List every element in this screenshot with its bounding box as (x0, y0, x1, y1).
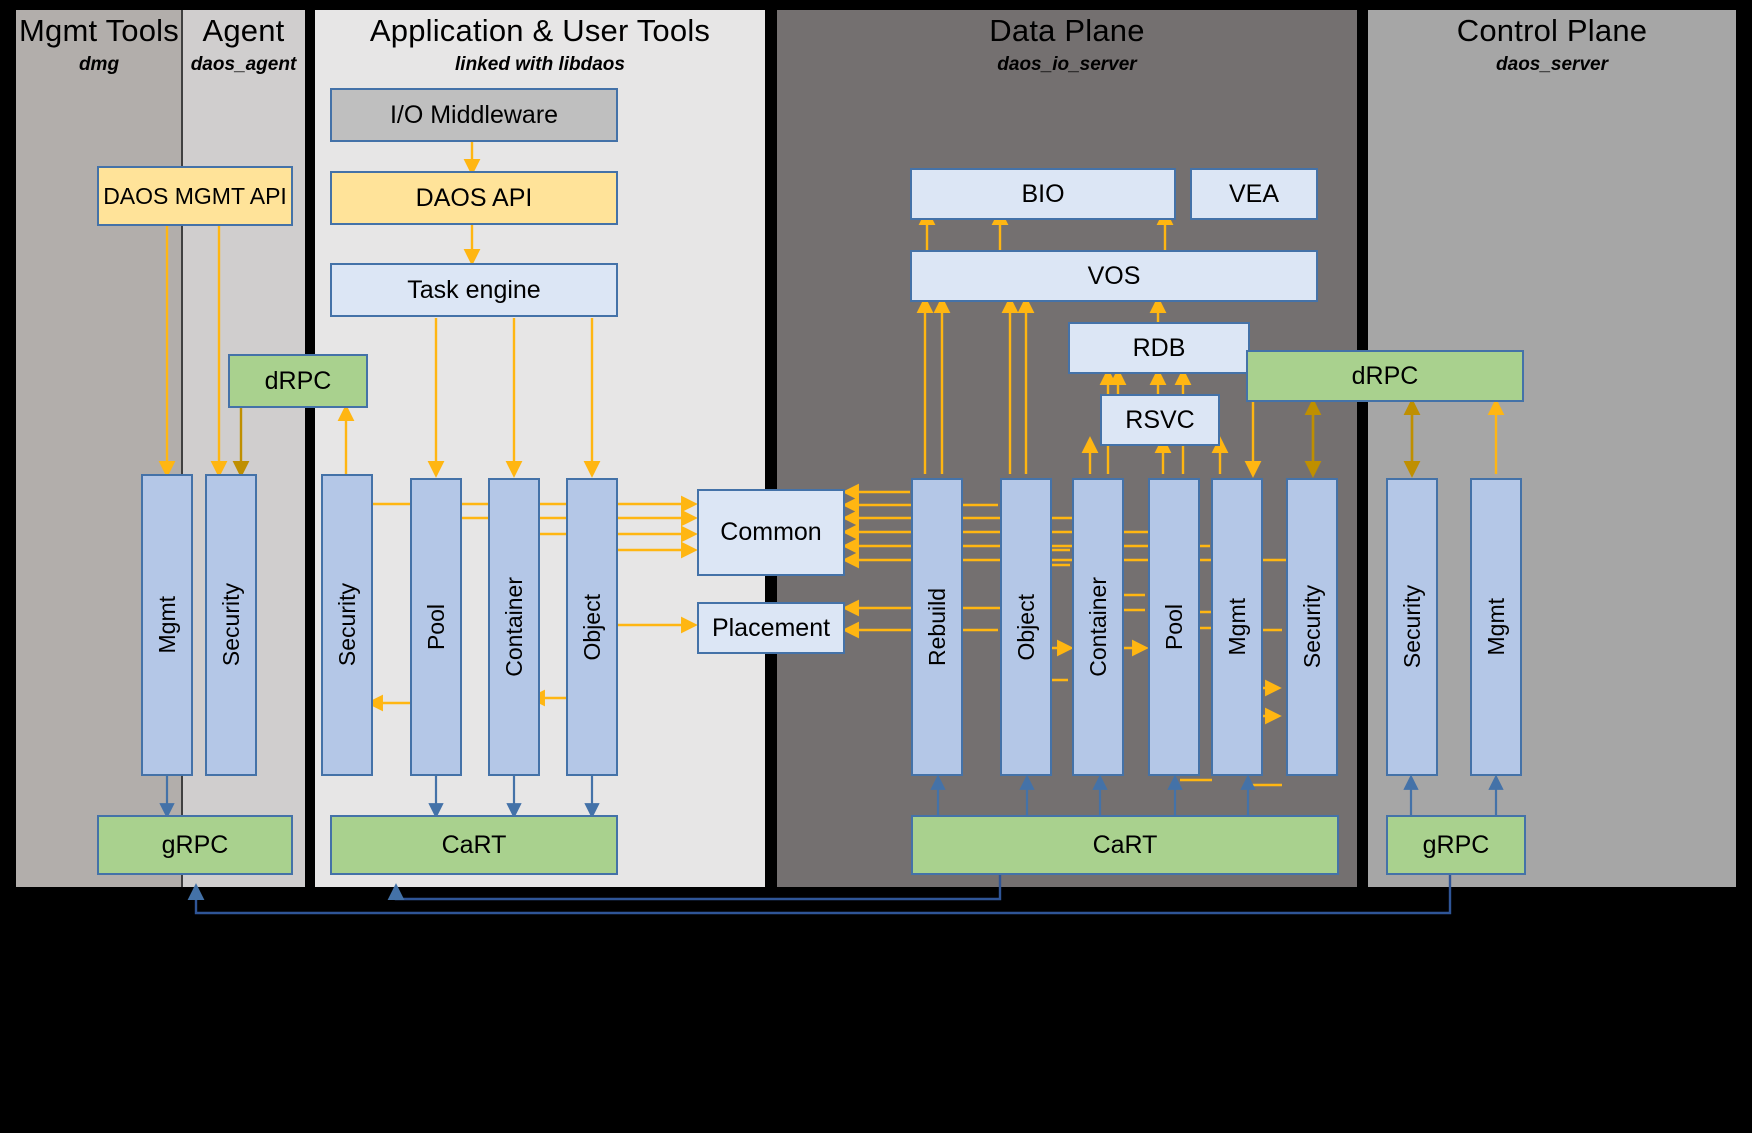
column-agent-security[interactable]: Security (205, 474, 257, 776)
box-control-plane-grpc-label: gRPC (1422, 830, 1490, 859)
column-control-plane-security-label: Security (1398, 585, 1425, 669)
box-rdb[interactable]: RDB (1068, 322, 1250, 374)
box-daos-api[interactable]: DAOS API (330, 171, 618, 225)
box-agent-drpc-label: dRPC (264, 366, 332, 395)
box-data-plane-cart-label: CaRT (1092, 830, 1158, 859)
box-daos-api-label: DAOS API (415, 183, 533, 212)
box-task-engine[interactable]: Task engine (330, 263, 618, 317)
panel-data-plane: Data Plane daos_io_server (777, 10, 1357, 887)
column-data-plane-rebuild[interactable]: Rebuild (911, 478, 963, 776)
column-app-pool-label: Pool (422, 603, 449, 651)
box-rsvc[interactable]: RSVC (1100, 394, 1220, 446)
column-control-plane-mgmt-label: Mgmt (1482, 598, 1509, 656)
panel-title-app: Application & User Tools (369, 13, 711, 48)
column-data-plane-security-label: Security (1298, 585, 1325, 669)
column-data-plane-rebuild-label: Rebuild (923, 588, 950, 666)
diagram-canvas: Mgmt Tools dmg Agent daos_agent Applicat… (0, 0, 1752, 1133)
divider-agent-app (305, 10, 315, 887)
column-app-object-label: Object (578, 593, 605, 661)
panel-title-control-plane: Control Plane (1456, 13, 1648, 48)
divider-data-control-plane (1357, 10, 1368, 887)
box-vea-label: VEA (1228, 179, 1280, 208)
box-vos[interactable]: VOS (910, 250, 1318, 302)
box-control-plane-grpc[interactable]: gRPC (1386, 815, 1526, 875)
panel-subtitle-agent: daos_agent (190, 54, 297, 75)
box-app-cart-label: CaRT (441, 830, 507, 859)
column-app-security-label: Security (333, 583, 360, 667)
box-data-plane-drpc-label: dRPC (1351, 361, 1419, 390)
column-control-plane-security[interactable]: Security (1386, 478, 1438, 776)
column-data-plane-pool[interactable]: Pool (1148, 478, 1200, 776)
panel-subtitle-mgmt-tools: dmg (78, 54, 120, 75)
box-bio-label: BIO (1021, 179, 1065, 208)
column-app-container-label: Container (500, 577, 527, 677)
panel-subtitle-control-plane: daos_server (1496, 54, 1608, 75)
box-bio[interactable]: BIO (910, 168, 1176, 220)
box-io-middleware[interactable]: I/O Middleware (330, 88, 618, 142)
box-daos-mgmt-api-label: DAOS MGMT API (103, 182, 287, 209)
box-placement[interactable]: Placement (697, 602, 845, 654)
box-task-engine-label: Task engine (407, 275, 541, 304)
column-data-plane-security[interactable]: Security (1286, 478, 1338, 776)
box-placement-label: Placement (711, 613, 831, 642)
box-rsvc-label: RSVC (1125, 405, 1195, 434)
column-control-plane-mgmt[interactable]: Mgmt (1470, 478, 1522, 776)
box-mgmt-tools-grpc-label: gRPC (161, 830, 229, 859)
column-data-plane-object[interactable]: Object (1000, 478, 1052, 776)
column-data-plane-container[interactable]: Container (1072, 478, 1124, 776)
box-common[interactable]: Common (697, 489, 845, 576)
panel-subtitle-app: linked with libdaos (455, 54, 625, 75)
column-app-pool[interactable]: Pool (410, 478, 462, 776)
column-app-security[interactable]: Security (321, 474, 373, 776)
column-app-object[interactable]: Object (566, 478, 618, 776)
box-data-plane-drpc[interactable]: dRPC (1246, 350, 1524, 402)
box-rdb-label: RDB (1132, 333, 1186, 362)
column-data-plane-container-label: Container (1084, 577, 1111, 677)
column-data-plane-object-label: Object (1012, 593, 1039, 661)
column-mgmt-tools-mgmt-label: Mgmt (153, 596, 180, 654)
box-agent-drpc[interactable]: dRPC (228, 354, 368, 408)
column-agent-security-label: Security (217, 583, 244, 667)
column-app-container[interactable]: Container (488, 478, 540, 776)
column-mgmt-tools-mgmt[interactable]: Mgmt (141, 474, 193, 776)
panel-subtitle-data-plane: daos_io_server (997, 54, 1137, 75)
box-vos-label: VOS (1087, 261, 1141, 290)
box-vea[interactable]: VEA (1190, 168, 1318, 220)
column-data-plane-pool-label: Pool (1160, 603, 1187, 651)
box-daos-mgmt-api[interactable]: DAOS MGMT API (97, 166, 293, 226)
column-data-plane-mgmt[interactable]: Mgmt (1211, 478, 1263, 776)
box-io-middleware-label: I/O Middleware (389, 100, 559, 129)
panel-title-agent: Agent (202, 13, 285, 48)
box-data-plane-cart[interactable]: CaRT (911, 815, 1339, 875)
box-mgmt-tools-grpc[interactable]: gRPC (97, 815, 293, 875)
box-app-cart[interactable]: CaRT (330, 815, 618, 875)
box-common-label: Common (720, 518, 822, 546)
panel-title-mgmt-tools: Mgmt Tools (19, 13, 179, 48)
panel-title-data-plane: Data Plane (989, 13, 1145, 48)
divider-app-data-plane (765, 10, 777, 887)
column-data-plane-mgmt-label: Mgmt (1223, 598, 1250, 656)
